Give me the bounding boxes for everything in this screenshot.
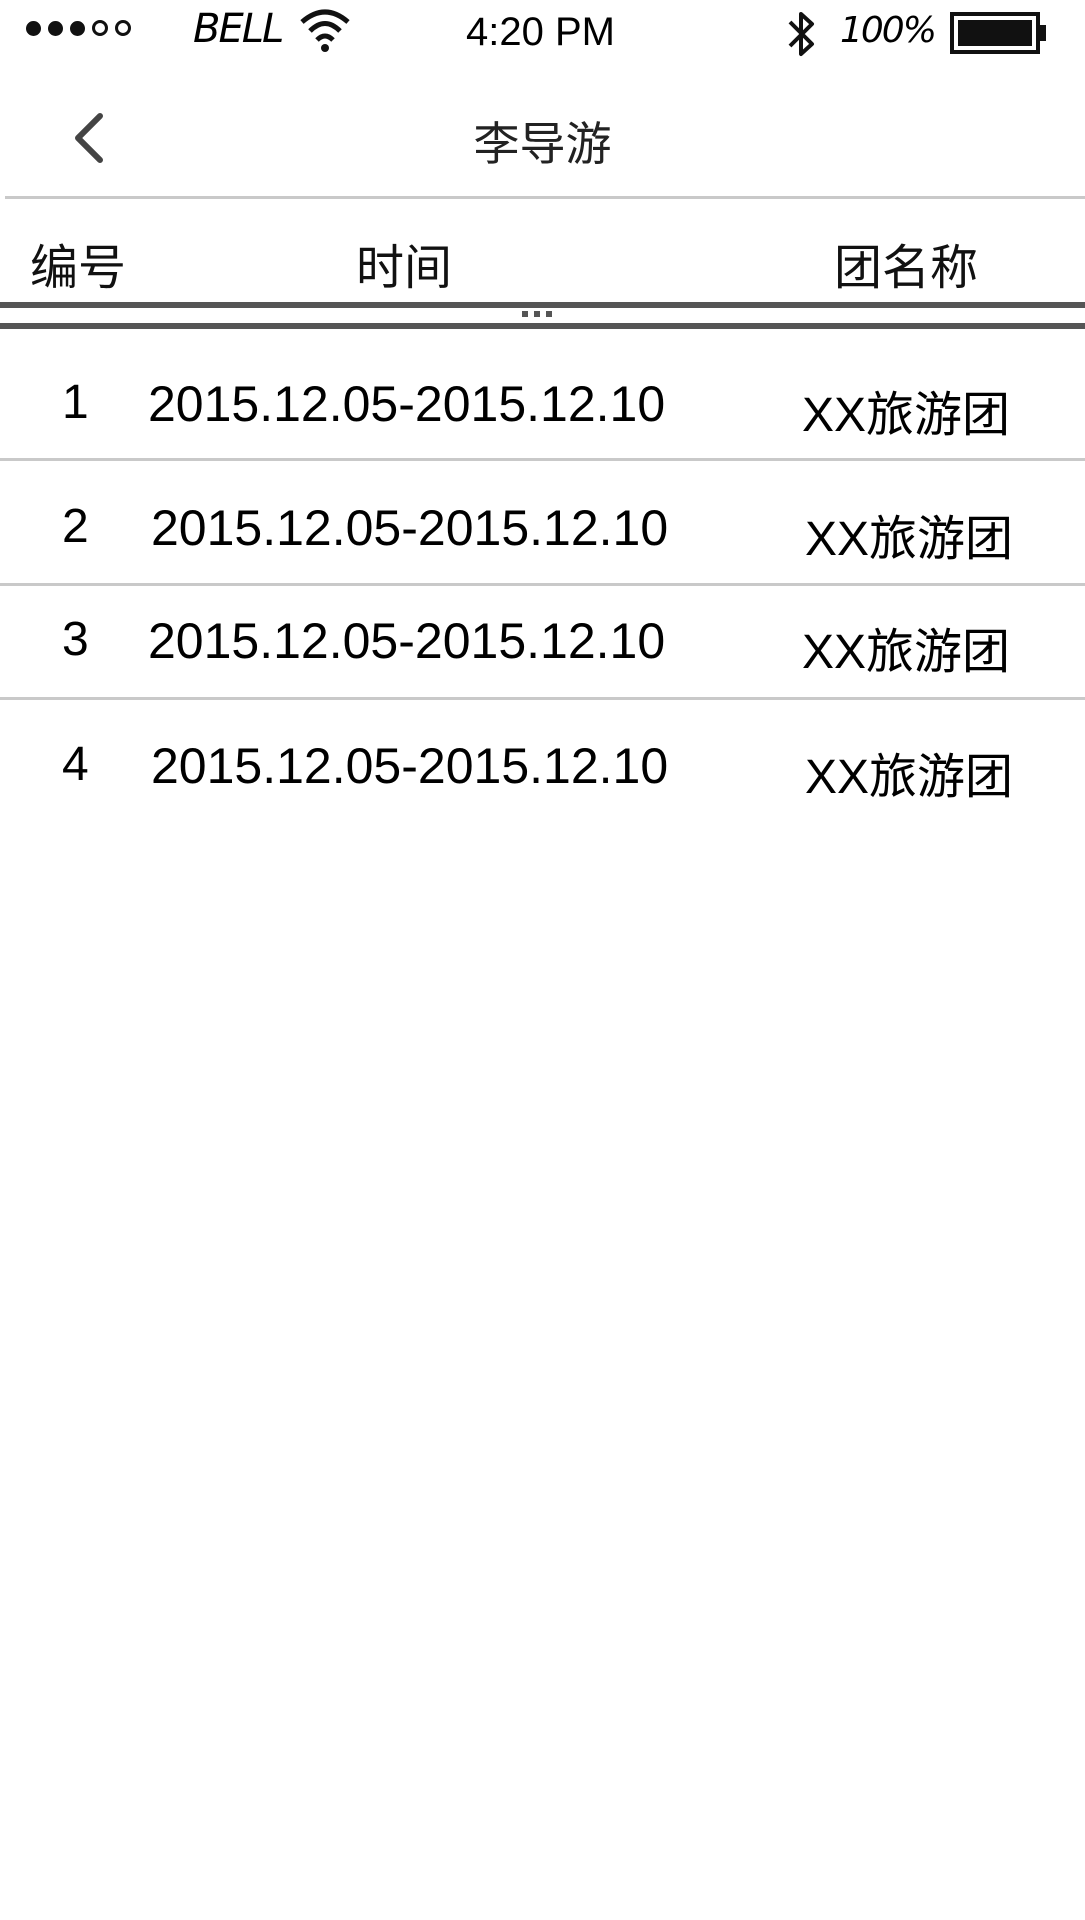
bluetooth-icon — [788, 12, 814, 56]
status-time: 4:20 PM — [466, 10, 615, 54]
header-divider — [0, 302, 1085, 308]
row-group-name: XX旅游团 — [805, 751, 1014, 804]
row-group-name: XX旅游团 — [805, 513, 1014, 566]
wifi-icon — [300, 9, 350, 52]
header-divider — [0, 323, 1085, 329]
battery-icon — [950, 12, 1046, 54]
row-time: 2015.12.05-2015.12.10 — [151, 500, 669, 556]
row-divider — [0, 458, 1085, 461]
row-divider — [0, 583, 1085, 586]
row-time: 2015.12.05-2015.12.10 — [151, 738, 669, 794]
nav-divider — [5, 196, 1085, 199]
row-number: 3 — [62, 613, 89, 666]
row-time: 2015.12.05-2015.12.10 — [148, 376, 666, 432]
row-group-name: XX旅游团 — [802, 626, 1011, 679]
row-number: 4 — [62, 738, 89, 791]
drag-handle-icon[interactable] — [522, 311, 552, 317]
header-number: 编号 — [30, 240, 127, 296]
header-group-name: 团名称 — [834, 240, 979, 296]
signal-dots-icon — [26, 20, 131, 36]
page-title: 李导游 — [473, 117, 612, 171]
row-time: 2015.12.05-2015.12.10 — [148, 613, 666, 669]
row-number: 2 — [62, 500, 89, 553]
row-group-name: XX旅游团 — [802, 389, 1011, 442]
status-bar: BELL 4:20 PM 100% — [0, 0, 1085, 70]
carrier-label: BELL — [193, 6, 284, 52]
header-time: 时间 — [356, 240, 453, 296]
row-number: 1 — [62, 376, 89, 429]
row-divider — [0, 697, 1085, 700]
battery-percent: 100% — [840, 10, 937, 51]
